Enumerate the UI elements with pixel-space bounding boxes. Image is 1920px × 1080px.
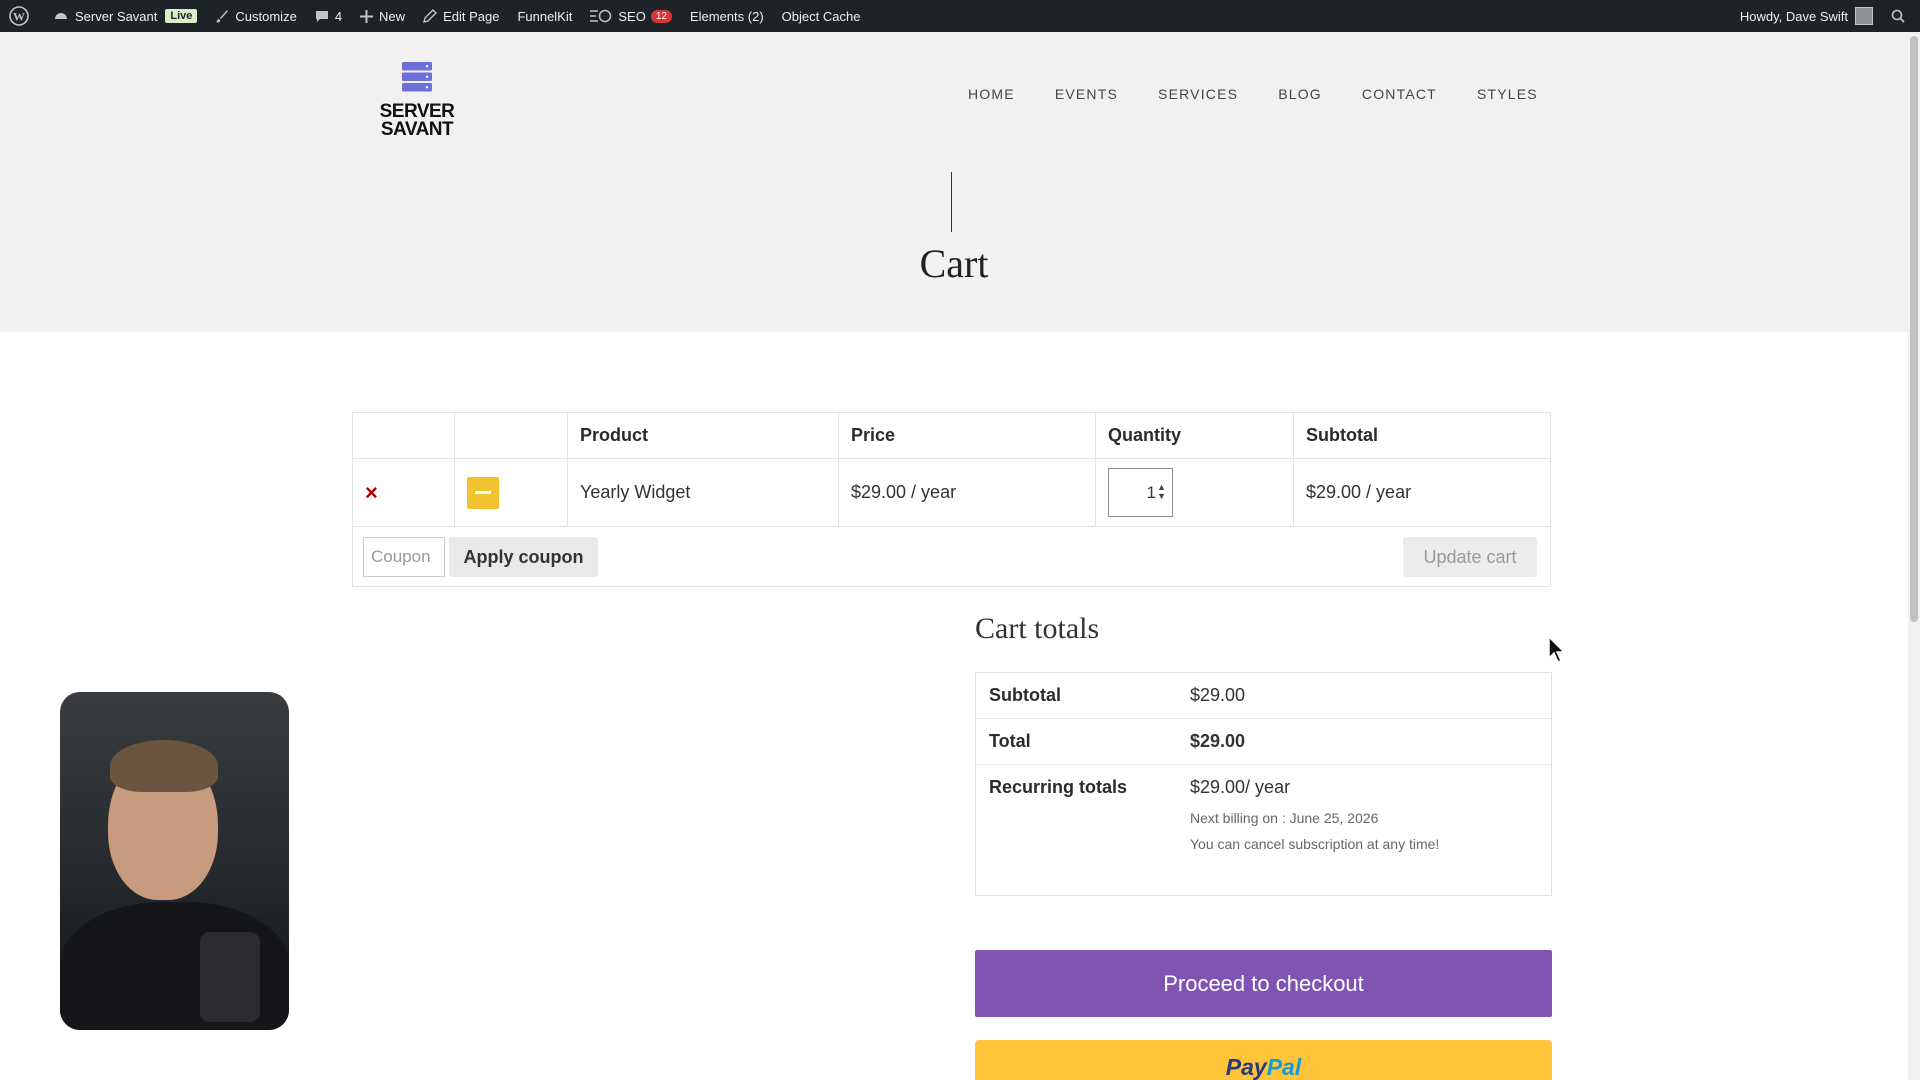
thumbnail-cell (454, 458, 568, 527)
nav-styles[interactable]: STYLES (1477, 86, 1538, 102)
account-menu[interactable]: Howdy, Dave Swift (1731, 0, 1882, 32)
nav-services[interactable]: SERVICES (1158, 86, 1238, 102)
webcam-overlay (60, 692, 289, 1030)
webcam-presenter-hair (110, 740, 218, 792)
header-remove (352, 412, 455, 459)
subtotal-value: $29.00 (1190, 685, 1246, 705)
product-price: $29.00 / year (838, 458, 1096, 527)
edit-page-link[interactable]: Edit Page (414, 0, 508, 32)
remove-cell: × (352, 458, 455, 527)
seo-count-badge: 12 (650, 9, 672, 23)
wordpress-icon: W (9, 6, 29, 26)
comment-icon (315, 11, 328, 22)
nav-contact[interactable]: CONTACT (1362, 86, 1437, 102)
recurring-value: $29.00/ year (1190, 777, 1291, 797)
edit-page-label: Edit Page (443, 8, 500, 24)
search-icon (1891, 9, 1905, 23)
recurring-details: $29.00/ year Next billing on : June 25, … (1190, 765, 1439, 895)
seo-icon (590, 9, 612, 23)
nav-events[interactable]: EVENTS (1055, 86, 1118, 102)
header-subtotal: Subtotal (1293, 412, 1551, 459)
quantity-stepper[interactable]: 1 ▲ ▼ (1108, 468, 1173, 517)
next-billing-date: Next billing on : June 25, 2026 (1190, 810, 1379, 826)
dashboard-icon (55, 13, 67, 19)
customize-link[interactable]: Customize (206, 0, 305, 32)
recurring-row: Recurring totals $29.00/ year Next billi… (976, 765, 1551, 895)
new-label: New (379, 8, 406, 24)
wp-admin-bar: W Server Savant Live Customize 4 New Edi… (0, 0, 1920, 32)
site-name-label: Server Savant (75, 8, 158, 24)
microphone-icon (200, 932, 260, 1022)
cart-totals-table: Subtotal $29.00 Total $29.00 Recurring t… (975, 672, 1552, 896)
proceed-to-checkout-button[interactable]: Proceed to checkout (975, 950, 1552, 1017)
scrollbar-thumb[interactable] (1910, 36, 1918, 622)
header-quantity: Quantity (1095, 412, 1294, 459)
total-row: Total $29.00 (976, 719, 1551, 765)
update-cart-button[interactable]: Update cart (1403, 537, 1537, 577)
total-value: $29.00 (1190, 731, 1246, 751)
brush-icon (216, 10, 229, 23)
product-subtotal: $29.00 / year (1293, 458, 1551, 527)
comments-link[interactable]: 4 (306, 0, 351, 32)
paypal-logo-pal: Pal (1266, 1054, 1302, 1080)
admin-search-button[interactable] (1882, 0, 1920, 32)
total-label: Total (989, 731, 1031, 751)
nav-home[interactable]: HOME (968, 86, 1015, 102)
quantity-value: 1 (1146, 482, 1156, 502)
seo-link[interactable]: SEO 12 (581, 0, 681, 32)
wordpress-logo-button[interactable]: W (0, 0, 44, 32)
customize-label: Customize (235, 8, 297, 24)
cancel-note: You can cancel subscription at any time! (1190, 836, 1440, 852)
admin-bar-right: Howdy, Dave Swift (1731, 0, 1920, 32)
cursor-icon (1548, 636, 1566, 664)
live-badge: Live (165, 9, 198, 23)
table-row: × Yearly Widget $29.00 / year 1 ▲ ▼ $29.0… (352, 458, 1551, 527)
seo-label: SEO (618, 8, 646, 24)
subtotal-label: Subtotal (989, 685, 1061, 705)
product-thumbnail[interactable] (467, 476, 499, 509)
quantity-cell: 1 ▲ ▼ (1095, 458, 1294, 527)
paypal-button[interactable]: Pay Pal (975, 1040, 1552, 1080)
funnelkit-link[interactable]: FunnelKit (508, 0, 581, 32)
pencil-icon (423, 9, 438, 23)
page-title: Cart (919, 241, 989, 286)
funnelkit-label: FunnelKit (517, 8, 573, 24)
main-nav: HOME EVENTS SERVICES BLOG CONTACT STYLES (968, 86, 1578, 102)
subtotal-row: Subtotal $29.00 (976, 673, 1551, 719)
header-thumbnail (454, 412, 568, 459)
plus-icon (360, 9, 374, 23)
avatar (1855, 7, 1873, 25)
new-content-link[interactable]: New (351, 0, 414, 32)
page-scrollbar[interactable] (1908, 32, 1920, 1080)
coupon-input[interactable]: Coupon (363, 537, 445, 577)
remove-icon[interactable]: × (365, 480, 378, 505)
paypal-logo-pay: Pay (1225, 1054, 1267, 1080)
logo-line-2: SAVANT (380, 119, 454, 140)
header-price: Price (838, 412, 1096, 459)
site-name-link[interactable]: Server Savant Live (44, 0, 206, 32)
site-header: SERVER SAVANT HOME EVENTS SERVICES BLOG … (0, 32, 1908, 332)
spinner-arrows-icon[interactable]: ▲ ▼ (1157, 483, 1166, 501)
apply-coupon-button[interactable]: Apply coupon (449, 537, 598, 577)
svg-text:W: W (13, 10, 25, 24)
object-cache-label: Object Cache (781, 8, 861, 24)
site-logo[interactable]: SERVER SAVANT (370, 62, 464, 139)
elements-link[interactable]: Elements (2) (681, 0, 773, 32)
nav-blog[interactable]: BLOG (1278, 86, 1322, 102)
object-cache-link[interactable]: Object Cache (773, 0, 870, 32)
comments-count: 4 (334, 8, 343, 24)
cart-totals-title: Cart totals (975, 612, 1100, 645)
recurring-label: Recurring totals (989, 777, 1128, 797)
howdy-label: Howdy, Dave Swift (1739, 8, 1848, 24)
header-product: Product (567, 412, 839, 459)
hero-divider (951, 172, 952, 232)
server-logo-icon (402, 62, 432, 92)
product-name[interactable]: Yearly Widget (567, 458, 839, 527)
elements-label: Elements (2) (689, 8, 764, 24)
cart-table-header: Product Price Quantity Subtotal (352, 412, 1551, 459)
